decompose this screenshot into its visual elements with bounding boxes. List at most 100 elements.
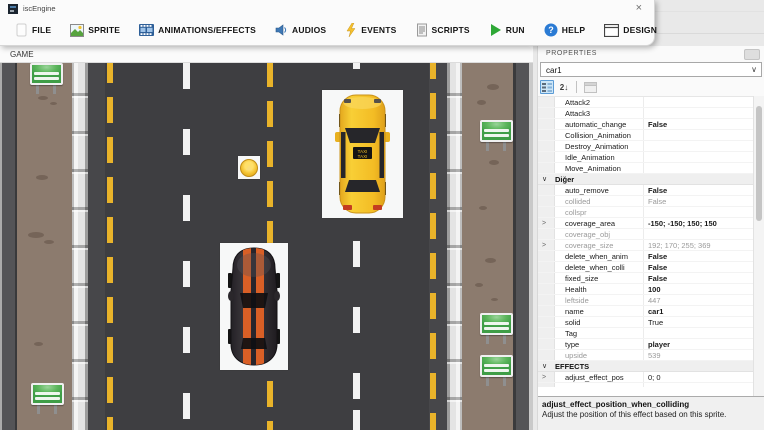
row-gutter [538,284,555,294]
properties-scrollbar[interactable] [753,96,764,396]
property-row[interactable]: >coverage_size192; 170; 255; 369 [538,240,764,251]
property-row[interactable]: Idle_Animation [538,152,764,163]
road-sign-board [480,355,513,377]
property-value[interactable]: player [644,339,764,349]
property-row[interactable]: Attack2 [538,97,764,108]
dirt-spot [44,240,54,244]
property-row[interactable]: leftside447 [538,295,764,306]
property-value[interactable]: True [644,317,764,327]
row-gutter [538,339,555,349]
property-value[interactable]: 539 [644,350,764,360]
property-value[interactable]: -150; -150; 150; 150 [644,218,764,228]
property-row[interactable] [538,383,764,387]
black-muscle-car-sprite[interactable] [220,243,288,370]
chevron-down-icon[interactable]: ∨ [538,174,555,184]
close-icon[interactable]: × [636,3,642,14]
dirt-spot [491,298,498,301]
property-row[interactable]: >coverage_area-150; -150; 150; 150 [538,218,764,229]
property-category-row[interactable]: ∨Diğer [538,174,764,185]
property-row[interactable]: coverage_obj [538,229,764,240]
toolbar-button-events[interactable]: EVENTS [343,19,398,41]
property-row[interactable]: Destroy_Animation [538,141,764,152]
toolbar-button-run[interactable]: RUN [487,19,527,41]
property-value[interactable] [644,152,764,162]
object-selector-dropdown[interactable]: car1 ∨ [540,62,762,77]
toolbar-button-scripts[interactable]: SCRIPTS [414,19,472,41]
property-value[interactable]: 0; 0 [644,372,764,382]
coin-sprite[interactable] [238,156,260,179]
property-value[interactable]: False [644,185,764,195]
property-row[interactable]: upside539 [538,350,764,361]
property-category-row[interactable]: ∨EFFECTS [538,361,764,372]
property-value[interactable] [644,207,764,217]
property-name [555,383,644,387]
property-grid[interactable]: Attack2Attack3automatic_changeFalseColli… [538,96,764,396]
property-row[interactable]: Tag [538,328,764,339]
property-row[interactable]: solidTrue [538,317,764,328]
property-row[interactable]: collidedFalse [538,196,764,207]
row-gutter [538,97,555,107]
dirt-spot [485,258,496,263]
dirt-spot [475,283,483,287]
property-row[interactable]: namecar1 [538,306,764,317]
toolbar-button-audios[interactable]: AUDIOS [273,19,328,41]
property-row[interactable]: Collision_Animation [538,130,764,141]
property-row[interactable]: Move_Animation [538,163,764,174]
dirt-spot [28,232,44,238]
property-row[interactable]: typeplayer [538,339,764,350]
toolbar-button-sprite[interactable]: SPRITE [68,19,122,41]
property-value[interactable]: car1 [644,306,764,316]
property-value[interactable]: False [644,262,764,272]
property-row[interactable]: auto_removeFalse [538,185,764,196]
property-value[interactable]: False [644,196,764,206]
categorized-view-button[interactable] [540,80,554,94]
property-row[interactable]: >adjust_effect_pos0; 0 [538,372,764,383]
audios-icon [275,24,288,36]
property-row[interactable]: Health100 [538,284,764,295]
yellow-taxi-sprite[interactable]: TAXI TAXI [322,90,403,218]
scrollbar-thumb[interactable] [756,106,762,221]
property-value[interactable] [644,97,764,107]
toolbar-button-label: SCRIPTS [432,25,470,35]
property-row[interactable]: automatic_changeFalse [538,119,764,130]
property-value[interactable] [644,383,764,387]
properties-hide-button[interactable] [744,49,760,60]
property-value[interactable] [644,229,764,239]
property-pages-button[interactable] [582,80,598,94]
chevron-down-icon[interactable]: ∨ [538,361,555,371]
property-value[interactable]: False [644,273,764,283]
property-value[interactable]: 192; 170; 255; 369 [644,240,764,250]
property-value[interactable]: False [644,119,764,129]
toolbar-button-animations-effects[interactable]: ANIMATIONS/EFFECTS [137,19,258,41]
property-row[interactable]: delete_when_colliFalse [538,262,764,273]
property-row[interactable]: Attack3 [538,108,764,119]
property-value[interactable]: 100 [644,284,764,294]
toolbar-button-file[interactable]: FILE [13,19,53,41]
property-value[interactable] [644,108,764,118]
properties-panel: PROPERTIES car1 ∨ 2↓ Attack2Attack3autom… [537,46,764,430]
property-row[interactable]: collspr [538,207,764,218]
row-gutter [538,350,555,360]
expand-icon[interactable]: > [538,372,555,382]
toolbar-button-design[interactable]: DESIGN [602,19,659,41]
expand-icon[interactable]: > [538,218,555,228]
toolbar-button-label: EVENTS [361,25,396,35]
game-viewport[interactable]: TAXI TAXI [0,63,533,430]
property-value[interactable]: False [644,251,764,261]
property-row[interactable]: fixed_sizeFalse [538,273,764,284]
toolbar-button-label: HELP [562,25,585,35]
lane-marking-yellow [107,63,113,430]
properties-header: PROPERTIES [538,46,764,62]
property-row[interactable]: delete_when_animFalse [538,251,764,262]
alphabetical-sort-button[interactable]: 2↓ [557,80,571,94]
property-value[interactable] [644,130,764,140]
property-name: collided [555,196,644,206]
road-sign [480,120,513,151]
property-value[interactable] [644,141,764,151]
toolbar-button-help[interactable]: ?HELP [542,19,587,41]
property-value[interactable]: 447 [644,295,764,305]
dirt-spot [479,206,487,210]
property-value[interactable] [644,328,764,338]
property-value[interactable] [644,163,764,173]
expand-icon[interactable]: > [538,240,555,250]
